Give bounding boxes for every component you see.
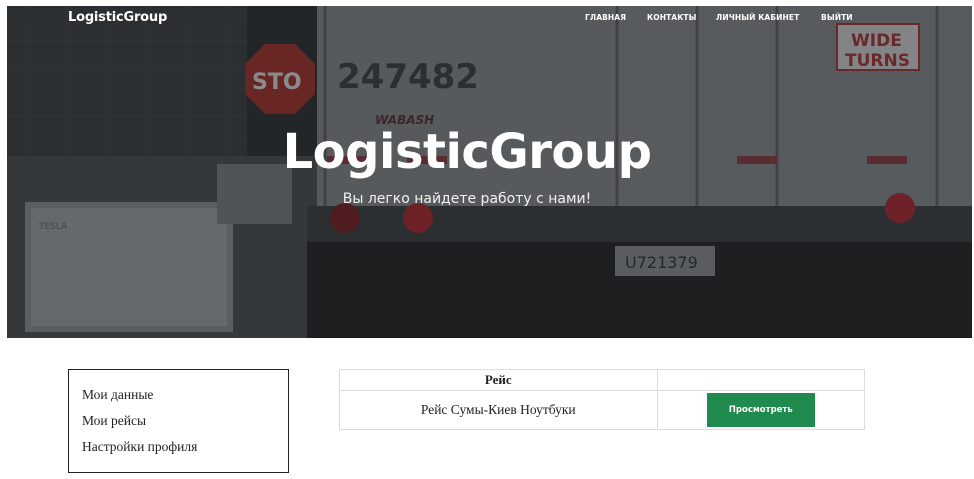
top-navbar: LogisticGroup главная контакты личный ка… bbox=[7, 6, 972, 32]
hero-banner: TESLA STO 247482 WABASH WIDE TURNS U7213… bbox=[7, 6, 972, 338]
nav-account[interactable]: личный кабинет bbox=[716, 13, 799, 22]
page: TESLA STO 247482 WABASH WIDE TURNS U7213… bbox=[0, 0, 974, 479]
hero-subtitle: Вы легко найдете работу с нами! bbox=[342, 191, 592, 207]
column-header-trip: Рейс bbox=[339, 369, 658, 391]
view-trip-button[interactable]: Просмотреть bbox=[706, 393, 815, 427]
trips-table: Рейс Рейс Сумы-Киев Ноутбуки Просмотреть bbox=[339, 369, 866, 430]
sidebar-item-my-data[interactable]: Мои данные bbox=[82, 382, 288, 408]
nav-logout[interactable]: выйти bbox=[821, 13, 853, 22]
nav-home[interactable]: главная bbox=[585, 13, 626, 22]
account-sidebar: Мои данные Мои рейсы Настройки профиля bbox=[68, 369, 289, 473]
hero-title: LogisticGroup bbox=[282, 124, 652, 180]
sidebar-item-my-trips[interactable]: Мои рейсы bbox=[82, 408, 288, 434]
table-header-row: Рейс bbox=[339, 369, 866, 391]
nav-contacts[interactable]: контакты bbox=[647, 13, 697, 22]
trip-action-cell: Просмотреть bbox=[656, 390, 866, 430]
trip-name-cell: Рейс Сумы-Киев Ноутбуки bbox=[339, 390, 658, 430]
brand-logo[interactable]: LogisticGroup bbox=[68, 10, 167, 25]
table-row: Рейс Сумы-Киев Ноутбуки Просмотреть bbox=[339, 390, 866, 430]
sidebar-item-profile-settings[interactable]: Настройки профиля bbox=[82, 434, 288, 460]
column-header-action bbox=[656, 369, 866, 391]
